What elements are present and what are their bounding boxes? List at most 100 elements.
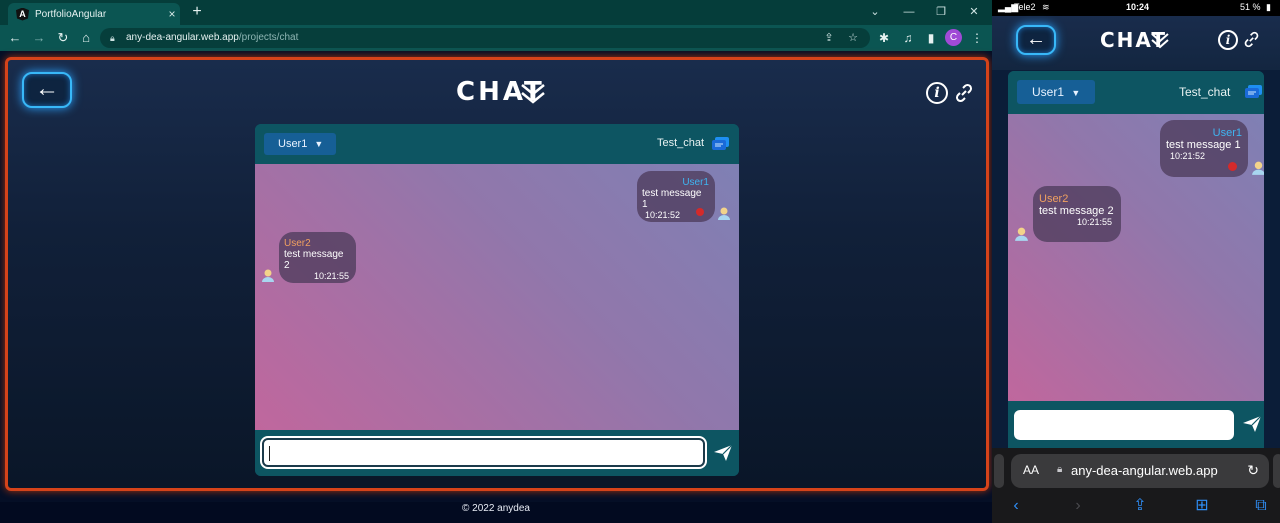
side-panel-icon[interactable]: ▮ — [922, 29, 940, 47]
browser-toolbar: ← → ↻ ⌂ 🔒︎ any-dea-angular.web.app/proje… — [0, 25, 992, 51]
tab-search-chevron-icon[interactable]: ⌄ — [862, 3, 888, 21]
carrier-name: Tele2 — [1014, 2, 1036, 12]
user-avatar-icon — [262, 269, 274, 282]
new-tab-button[interactable]: + — [188, 3, 206, 21]
tab-title: PortfolioAngular — [35, 8, 107, 20]
chat-card: User1 ▼ Test_chat User1 test message 1 1… — [255, 124, 739, 476]
share-icon[interactable]: ⇪ — [1129, 496, 1151, 516]
chevron-down-icon[interactable] — [1151, 33, 1169, 49]
footer: © 2022 anydea — [0, 502, 992, 523]
chat-card: User1 ▼ Test_chat User1 test message 1 1… — [1008, 71, 1264, 448]
message-time: 10:21:55 — [313, 271, 349, 281]
media-control-icon[interactable]: ♫ — [899, 29, 917, 47]
chat-bubble-icon — [1245, 85, 1262, 98]
angular-favicon-icon: A — [16, 7, 29, 21]
text-caret — [269, 446, 270, 461]
message-time: 10:21:55 — [1076, 217, 1112, 227]
text-size-button[interactable]: AA — [1023, 463, 1039, 477]
address-bar[interactable]: 🔒︎ any-dea-angular.web.app/projects/chat… — [100, 28, 870, 48]
safari-bottom-bar: AA 🔒︎ any-dea-angular.web.app ↻ ‹ › ⇪ ⊞ … — [992, 448, 1280, 523]
message-bubble-mine: User1 test message 1 10:21:52 — [1160, 120, 1248, 177]
message-sender: User1 — [682, 177, 709, 188]
restore-button[interactable]: ❐ — [928, 3, 954, 21]
user-select-label: User1 — [1032, 85, 1065, 99]
info-icon[interactable]: i — [926, 82, 948, 104]
send-icon[interactable] — [1242, 415, 1262, 433]
link-icon[interactable] — [1243, 31, 1260, 48]
back-chevron-icon[interactable]: ‹ — [1005, 496, 1027, 516]
url-host: any-dea-angular.web.app — [126, 32, 239, 43]
mobile-screen: ▂▄▆ Tele2 ≋ 10:24 51 % ▮ ← CHAT i User1 … — [992, 0, 1280, 523]
user-avatar-icon — [718, 207, 730, 220]
tab-portfolio-angular[interactable]: A PortfolioAngular × — [8, 3, 180, 25]
message-bubble-other: User2 test message 2 10:21:55 — [1033, 186, 1121, 242]
page-viewport: ← CHAT i User1 ▼ Test_chat User1 test me… — [0, 51, 992, 523]
user-avatar-icon — [1252, 161, 1264, 175]
message-sender: User2 — [284, 238, 311, 249]
wifi-icon: ≋ — [1042, 2, 1050, 12]
info-icon[interactable]: i — [1218, 30, 1238, 50]
lock-icon: 🔒︎ — [1057, 464, 1063, 475]
bookmarks-book-icon[interactable]: ⊞ — [1191, 496, 1213, 516]
read-status-dot-icon — [696, 208, 704, 216]
back-arrow-icon[interactable]: ← — [6, 28, 24, 48]
message-input[interactable] — [262, 438, 705, 467]
safari-address-bar[interactable]: AA 🔒︎ any-dea-angular.web.app ↻ — [1011, 454, 1269, 488]
previous-tab-peek[interactable] — [994, 454, 1004, 488]
chat-header: User1 ▼ Test_chat — [255, 124, 739, 164]
chat-bubble-icon — [712, 137, 729, 150]
battery-icon: ▮ — [1266, 2, 1271, 12]
message-list: User1 test message 1 10:21:52 User2 test… — [255, 164, 739, 430]
message-text: test message 1 — [1166, 139, 1241, 151]
chat-name: Test_chat — [1179, 85, 1231, 99]
share-icon[interactable]: ⇪ — [822, 31, 836, 45]
extensions-icon[interactable]: ✱ — [875, 29, 893, 47]
safari-url: any-dea-angular.web.app — [1071, 463, 1218, 478]
url-path: /projects/chat — [238, 32, 299, 43]
bookmark-star-icon[interactable]: ☆ — [846, 31, 860, 45]
desktop-browser-window: A PortfolioAngular × + ⌄ — ❐ ✕ ← → ↻ ⌂ 🔒… — [0, 0, 992, 523]
tabs-overview-icon[interactable]: ⧉ — [1250, 496, 1272, 516]
profile-avatar[interactable]: C — [945, 29, 962, 46]
status-bar: ▂▄▆ Tele2 ≋ 10:24 51 % ▮ — [992, 0, 1280, 16]
next-tab-peek[interactable] — [1273, 454, 1280, 488]
message-text: test message 2 — [1039, 205, 1114, 217]
caret-down-icon: ▼ — [1071, 88, 1081, 98]
forward-arrow-icon[interactable]: → — [30, 28, 48, 48]
tab-close-icon[interactable]: × — [164, 7, 180, 21]
message-time: 10:21:52 — [1170, 151, 1206, 161]
forward-chevron-icon[interactable]: › — [1067, 496, 1089, 516]
user-select-label: User1 — [278, 138, 308, 150]
composer — [255, 430, 739, 476]
back-button[interactable]: ← — [1016, 25, 1056, 55]
user-select-button[interactable]: User1 ▼ — [264, 133, 336, 155]
message-bubble-mine: User1 test message 1 10:21:52 — [637, 171, 715, 222]
message-list: User1 test message 1 10:21:52 User2 test… — [1008, 114, 1264, 401]
link-icon[interactable] — [954, 83, 974, 103]
clock: 10:24 — [1126, 2, 1150, 12]
chevron-down-icon[interactable] — [520, 83, 546, 105]
battery-level: 51 % — [1240, 2, 1261, 12]
mobile-app-header: ← CHAT i — [992, 16, 1280, 70]
chat-header: User1 ▼ Test_chat — [1008, 71, 1264, 114]
back-button[interactable]: ← — [22, 72, 72, 108]
composer — [1008, 401, 1264, 448]
minimize-button[interactable]: — — [896, 3, 922, 21]
message-text: test message 1 — [642, 188, 702, 210]
message-sender: User2 — [1039, 193, 1069, 205]
home-icon[interactable]: ⌂ — [77, 28, 95, 48]
message-text: test message 2 — [284, 249, 344, 271]
reload-icon[interactable]: ↻ — [54, 28, 72, 48]
window-close-button[interactable]: ✕ — [961, 3, 987, 21]
chat-name: Test_chat — [657, 137, 705, 149]
message-sender: User1 — [1212, 127, 1242, 139]
user-select-button[interactable]: User1 ▼ — [1017, 80, 1095, 104]
message-input[interactable] — [1014, 410, 1234, 440]
browser-menu-icon[interactable]: ⋮ — [968, 29, 986, 47]
tab-strip: A PortfolioAngular × + ⌄ — ❐ ✕ — [0, 0, 992, 25]
message-bubble-other: User2 test message 2 10:21:55 — [279, 232, 356, 283]
caret-down-icon: ▼ — [314, 139, 324, 149]
user-avatar-icon — [1015, 227, 1028, 241]
send-icon[interactable] — [713, 444, 733, 462]
reload-icon[interactable]: ↻ — [1247, 462, 1259, 479]
